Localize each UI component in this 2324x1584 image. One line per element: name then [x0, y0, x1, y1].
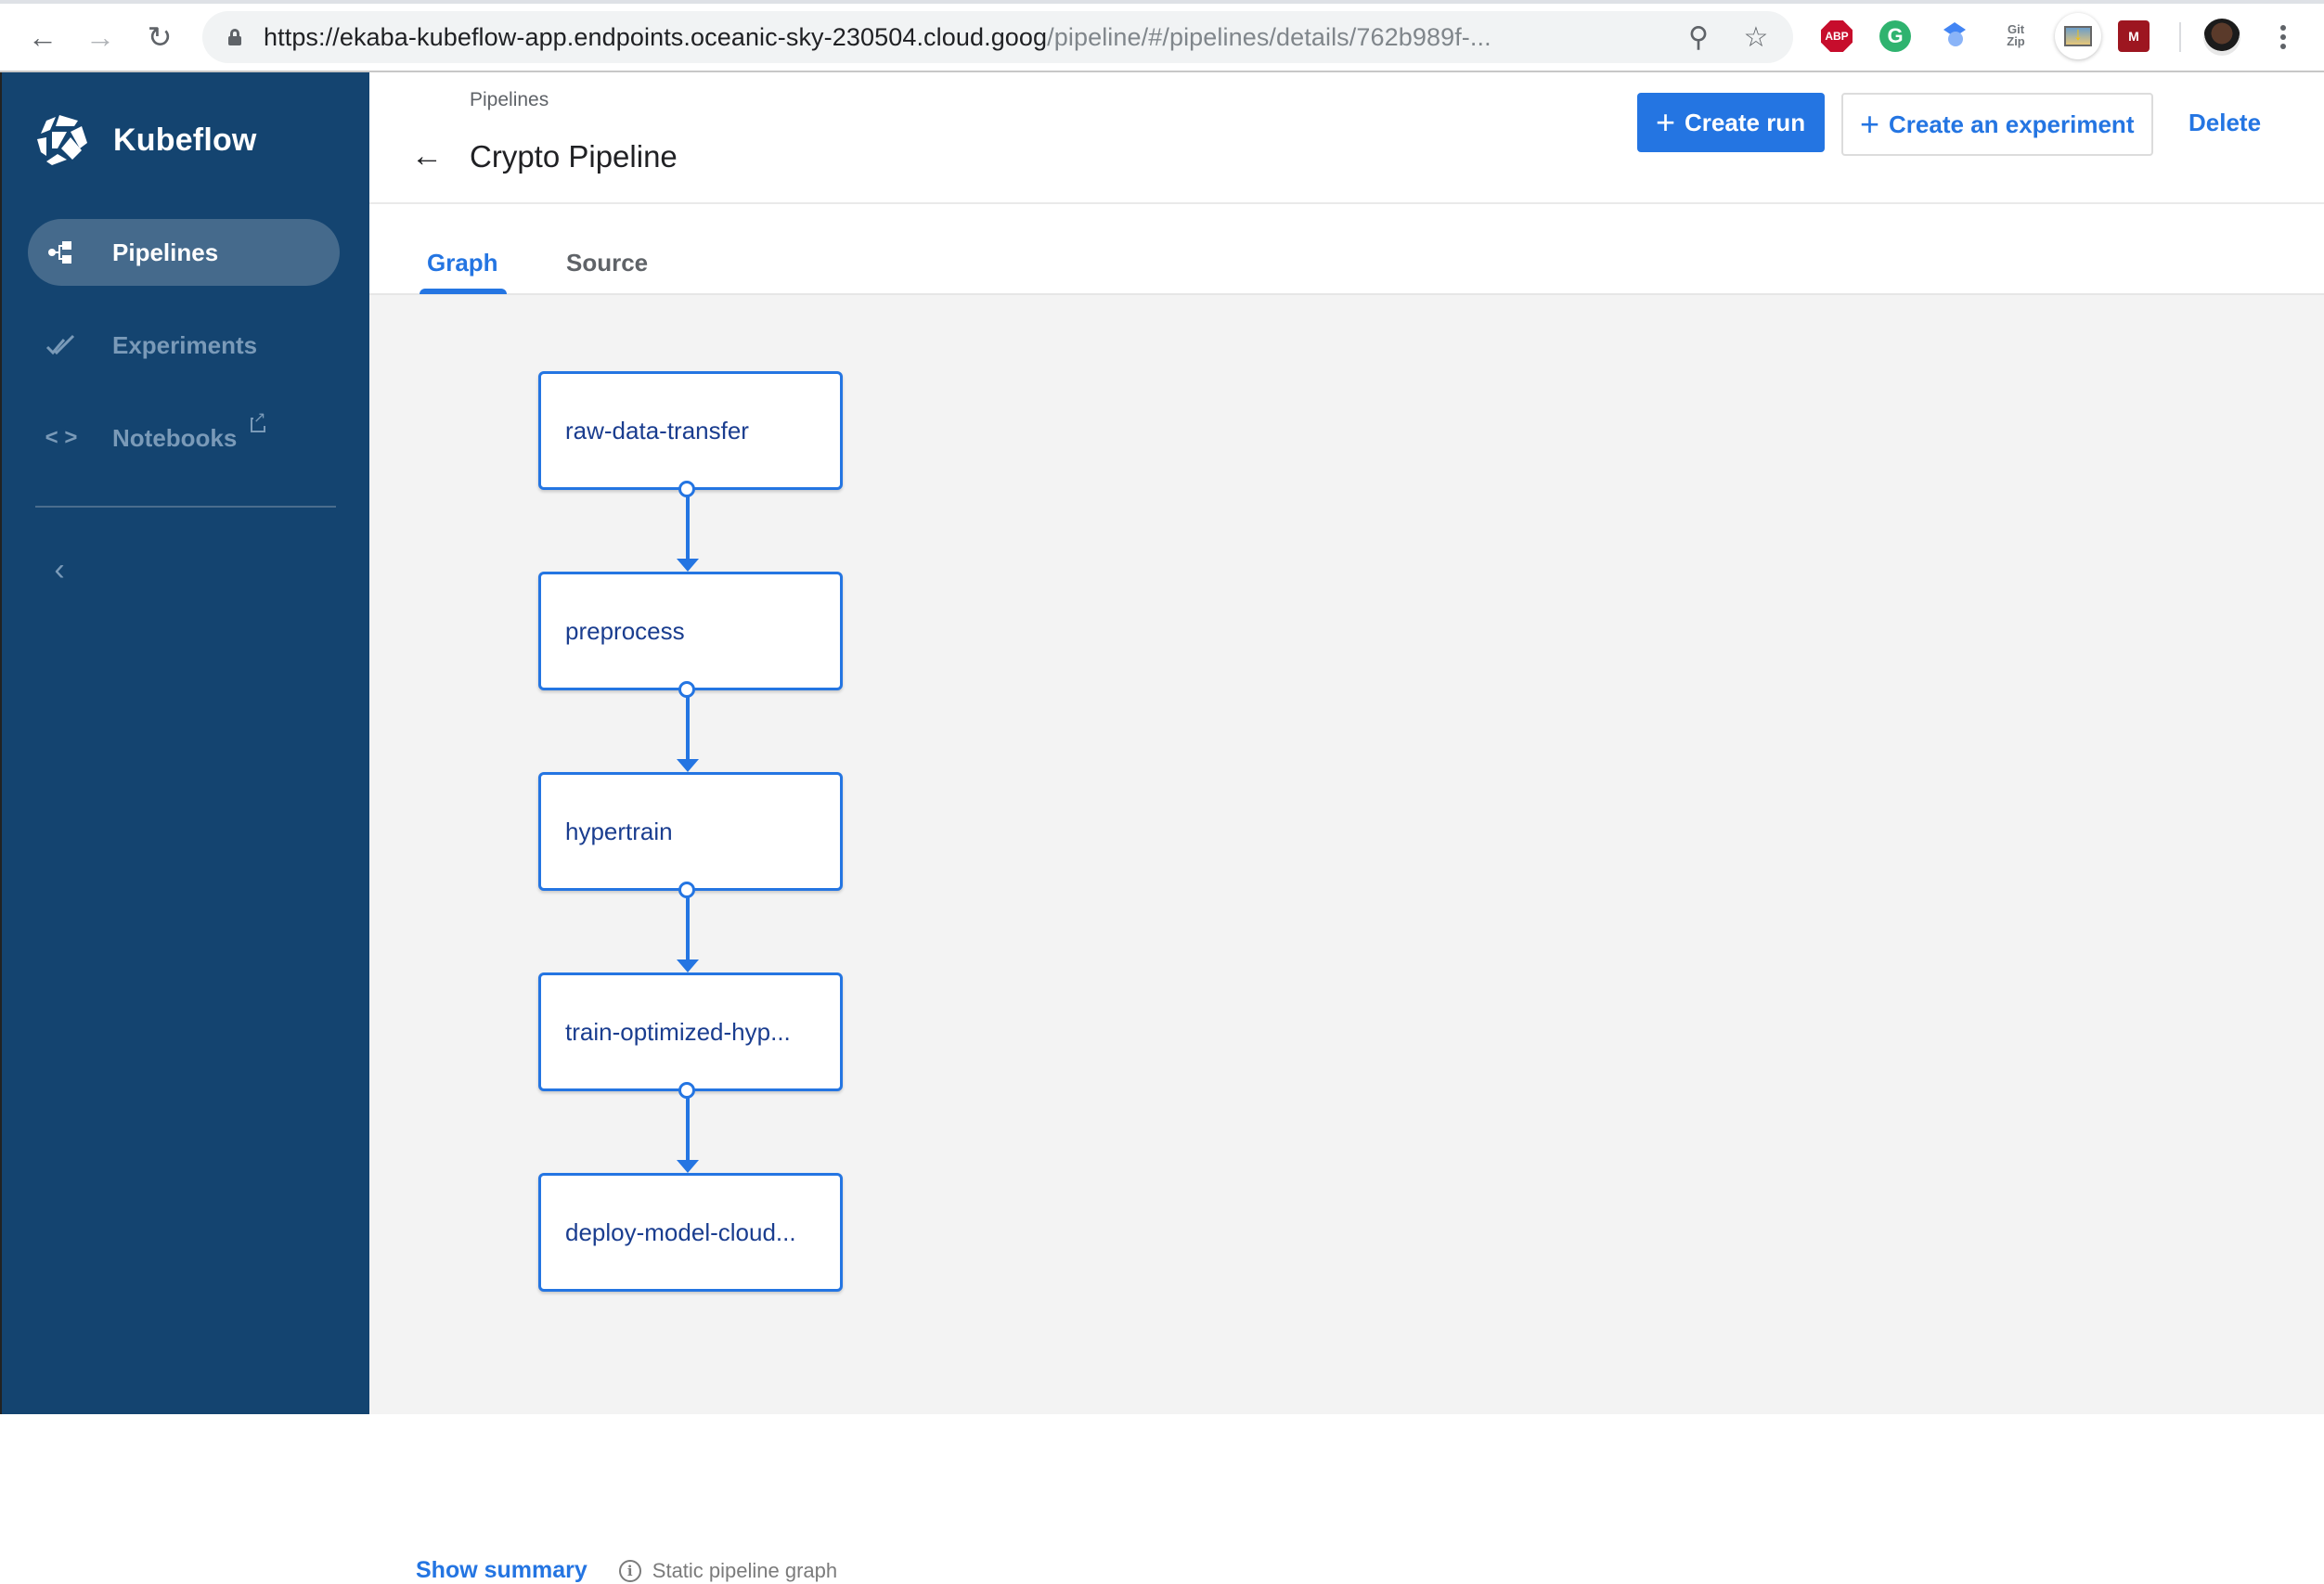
edge-arrow-icon	[677, 759, 699, 772]
active-tab-indicator	[420, 289, 507, 294]
graph-node-label: train-optimized-hyp...	[565, 1017, 791, 1046]
tab-source[interactable]: Source	[566, 249, 648, 277]
show-summary-link[interactable]: Show summary	[416, 1557, 587, 1584]
graph-node-label: raw-data-transfer	[565, 416, 749, 444]
image-downloader-icon[interactable]	[2055, 13, 2101, 59]
sidebar-item-pipelines[interactable]: Pipelines	[28, 219, 340, 286]
graph-edge	[686, 891, 690, 961]
graph-node[interactable]: hypertrain	[538, 772, 843, 891]
delete-label: Delete	[2188, 108, 2262, 136]
adblock-plus-icon[interactable]: ABP	[1821, 20, 1853, 52]
google-scholar-icon[interactable]	[1940, 20, 1971, 52]
graph-node[interactable]: preprocess	[538, 572, 843, 690]
edge-port	[678, 1082, 695, 1099]
graph-edge	[686, 490, 690, 560]
edge-arrow-icon	[677, 959, 699, 972]
graph-node[interactable]: train-optimized-hyp...	[538, 972, 843, 1091]
edge-port	[678, 882, 695, 898]
tab-bar: Graph Source	[369, 204, 2324, 295]
graph-node[interactable]: deploy-model-cloud...	[538, 1173, 843, 1292]
gitzip-bottom: Zip	[2007, 34, 2025, 48]
grammarly-icon[interactable]: G	[1879, 20, 1911, 52]
url-host: https://ekaba-kubeflow-app.endpoints.oce…	[264, 22, 1048, 51]
mendeley-icon[interactable]: M	[2118, 20, 2150, 52]
create-experiment-button[interactable]: + Create an experiment	[1841, 93, 2153, 156]
browser-toolbar: ← → ↻ https://ekaba-kubeflow-app.endpoin…	[0, 0, 2324, 72]
forward-nav-icon[interactable]: →	[82, 19, 119, 56]
graph-node-label: hypertrain	[565, 817, 673, 845]
back-nav-icon[interactable]: ←	[24, 19, 61, 56]
pipeline-graph: Show summary i Static pipeline graph raw…	[369, 295, 2324, 1583]
back-arrow-icon[interactable]: ←	[408, 137, 445, 174]
graph-node-label: preprocess	[565, 616, 685, 645]
create-run-label: Create run	[1685, 108, 1806, 136]
url-path: /pipeline/#/pipelines/details/762b989f-.…	[1047, 22, 1491, 51]
chevron-left-icon[interactable]: ‹	[43, 551, 76, 588]
tab-strip	[0, 0, 2324, 4]
toolbar-divider	[2179, 22, 2181, 52]
bookmark-star-icon[interactable]: ☆	[1737, 19, 1775, 56]
page-header: Pipelines ← Crypto Pipeline + Create run…	[369, 72, 2324, 204]
mendeley-label: M	[2128, 29, 2139, 44]
url-text[interactable]: https://ekaba-kubeflow-app.endpoints.oce…	[264, 23, 1491, 52]
scholar-head-shape	[1948, 32, 1963, 46]
edge-arrow-icon	[677, 1160, 699, 1173]
graph-edge	[686, 690, 690, 761]
info-icon: i	[618, 1559, 641, 1582]
kubeflow-logo-icon	[37, 115, 87, 165]
grammarly-label: G	[1887, 24, 1904, 47]
page-title: Crypto Pipeline	[470, 139, 678, 174]
pipelines-icon	[45, 236, 78, 269]
plus-icon: +	[1860, 105, 1880, 143]
edge-port	[678, 481, 695, 497]
code-icon: < >	[45, 425, 78, 450]
sidebar: Kubeflow Pipelines Experiments < > Noteb…	[0, 72, 369, 1414]
graph-edge	[686, 1091, 690, 1162]
breadcrumb-pipelines[interactable]: Pipelines	[470, 89, 549, 111]
create-run-button[interactable]: + Create run	[1637, 93, 1825, 152]
image-pic-shape	[2064, 24, 2092, 46]
experiments-icon	[45, 328, 78, 362]
reload-icon[interactable]: ↻	[141, 19, 178, 56]
external-link-icon	[251, 411, 266, 432]
browser-menu-icon[interactable]	[2265, 19, 2302, 56]
create-experiment-label: Create an experiment	[1889, 109, 2135, 138]
main-content: Pipelines ← Crypto Pipeline + Create run…	[369, 72, 2324, 1583]
sidebar-item-label: Notebooks	[112, 423, 238, 452]
sidebar-item-notebooks[interactable]: < > Notebooks	[28, 405, 340, 471]
graph-node-label: deploy-model-cloud...	[565, 1217, 796, 1246]
sidebar-item-experiments[interactable]: Experiments	[28, 312, 340, 379]
edge-arrow-icon	[677, 559, 699, 572]
edge-port	[678, 681, 695, 698]
lock-icon	[228, 29, 241, 45]
delete-button[interactable]: Delete	[2188, 100, 2261, 145]
plus-icon: +	[1656, 103, 1676, 141]
profile-avatar[interactable]	[2203, 19, 2240, 56]
sidebar-item-label: Experiments	[112, 330, 258, 359]
window-edge	[0, 72, 2, 1414]
graph-footer: Show summary i Static pipeline graph	[416, 1557, 837, 1584]
static-graph-label: Static pipeline graph	[652, 1558, 838, 1582]
sidebar-divider	[35, 506, 336, 508]
kubeflow-logo[interactable]: Kubeflow	[33, 111, 257, 169]
zoom-out-icon[interactable]: ⚲	[1680, 19, 1717, 56]
address-bar[interactable]: https://ekaba-kubeflow-app.endpoints.oce…	[202, 11, 1793, 63]
graph-node[interactable]: raw-data-transfer	[538, 371, 843, 490]
brand-name: Kubeflow	[113, 122, 257, 158]
gitzip-icon[interactable]: Git Zip	[1997, 17, 2034, 54]
tab-graph[interactable]: Graph	[427, 249, 498, 277]
adblock-label: ABP	[1825, 30, 1849, 43]
sidebar-item-label: Pipelines	[112, 238, 219, 266]
